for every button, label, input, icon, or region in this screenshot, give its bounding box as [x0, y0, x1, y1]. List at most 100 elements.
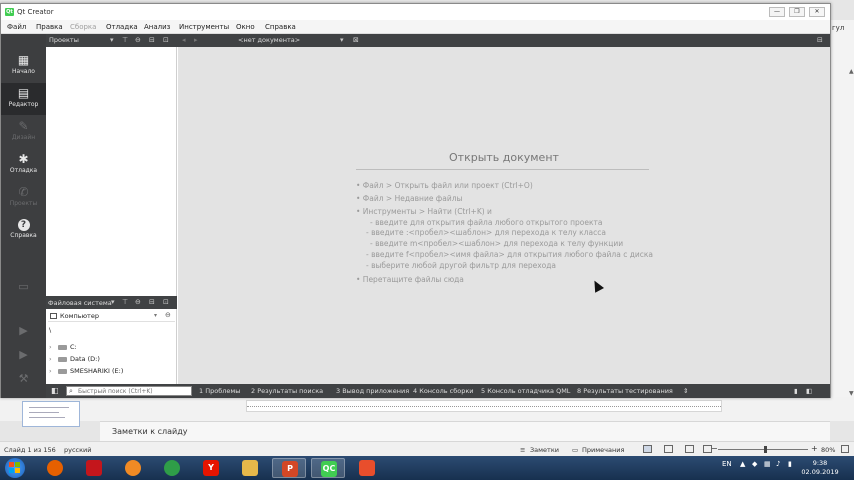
chevron-down-icon[interactable]: ▾ [110, 36, 114, 44]
split-editor-icon[interactable]: ⊟ [817, 36, 823, 44]
zoom-level[interactable]: 80% [821, 446, 835, 454]
network-icon[interactable]: ▦ [764, 460, 771, 468]
chevron-down-icon[interactable]: ▾ [154, 312, 157, 319]
menu-4[interactable]: Анализ [144, 23, 170, 31]
volume-icon[interactable]: ♪ [776, 460, 780, 468]
slide-notes-pane[interactable]: Заметки к слайду [100, 421, 830, 441]
slide-sorter-icon[interactable] [664, 445, 673, 453]
toggle-sidebar-icon[interactable]: ◧ [51, 386, 59, 395]
scroll-up-icon[interactable]: ▲ [849, 68, 854, 75]
maximize-button[interactable]: ❐ [789, 7, 805, 17]
taskbar-yandex[interactable]: Y [194, 458, 228, 478]
menu-1[interactable]: Правка [36, 23, 63, 31]
build-icon[interactable]: ⚒ [1, 372, 46, 385]
normal-view-icon[interactable] [643, 445, 652, 453]
sync-icon[interactable]: ⊖ [165, 311, 171, 319]
fit-slide-icon[interactable] [841, 445, 849, 453]
taskbar-powerpoint[interactable]: P [272, 458, 306, 478]
notes-icon[interactable]: ≡ [520, 446, 525, 454]
progress-icon[interactable]: ▮ [794, 387, 798, 395]
taskbar-chrome[interactable] [155, 458, 189, 478]
split-icon[interactable]: ⊟ [149, 298, 155, 306]
scroll-down-icon[interactable]: ▼ [849, 390, 854, 397]
mode-3[interactable]: ✱ Отладка [1, 149, 46, 181]
projects-pane[interactable] [46, 47, 177, 296]
menu-0[interactable]: Файл [7, 23, 26, 31]
output-tab-5[interactable]: 8 Результаты тестирования [577, 387, 673, 395]
language-status[interactable]: русский [64, 446, 92, 454]
expand-arrow-icon[interactable]: › [49, 343, 58, 351]
filter-icon[interactable]: ⊤ [122, 298, 128, 306]
locator-box[interactable]: ⌕ [66, 386, 192, 396]
system-clock[interactable]: 9:38 02.09.2019 [800, 459, 840, 477]
taskbar-firefox[interactable] [38, 458, 72, 478]
tray-app-icon[interactable]: ◆ [752, 460, 757, 468]
close-document-icon[interactable]: ⊠ [353, 36, 359, 44]
locator-input[interactable] [78, 387, 190, 395]
drive-item[interactable]: › Data (D:) [49, 355, 100, 363]
expand-arrow-icon[interactable]: › [49, 355, 58, 363]
kit-selector-icon[interactable]: ▭ [1, 280, 46, 293]
forward-icon[interactable]: ▸ [194, 36, 198, 44]
editor-area[interactable]: Открыть документ • Файл > Открыть файл и… [178, 47, 830, 384]
menu-3[interactable]: Отладка [106, 23, 138, 31]
close-pane-icon[interactable]: ⊡ [163, 36, 169, 44]
link-icon[interactable]: ⊖ [135, 298, 141, 306]
tray-expand-icon[interactable]: ▲ [740, 460, 745, 468]
mode-5[interactable]: ? Справка [1, 215, 46, 247]
menu-6[interactable]: Окно [236, 23, 255, 31]
document-dropdown-icon[interactable]: ▾ [340, 36, 344, 44]
filter-icon[interactable]: ⊤ [122, 36, 128, 44]
slide-thumbnail[interactable] [22, 401, 80, 427]
toggle-output-icon[interactable]: ◧ [806, 387, 812, 395]
drive-item[interactable]: › SMESHARIKI (E:) [49, 367, 123, 375]
run-icon[interactable]: ▶ [1, 324, 46, 337]
link-icon[interactable]: ⊖ [135, 36, 141, 44]
chevron-down-icon[interactable]: ▾ [111, 298, 115, 306]
output-tab-4[interactable]: 5 Консоль отладчика QML [481, 387, 570, 395]
slide-canvas[interactable] [246, 400, 722, 412]
minimize-button[interactable]: — [769, 7, 785, 17]
zoom-out-icon[interactable]: − [711, 444, 718, 453]
drive-item[interactable]: › C: [49, 343, 77, 351]
mode-0[interactable]: ▦ Начало [1, 50, 46, 82]
notes-toggle-button[interactable]: Заметки [530, 446, 559, 454]
close-button[interactable]: ✕ [809, 7, 825, 17]
filesystem-path[interactable]: \ [49, 326, 51, 334]
zoom-in-icon[interactable]: + [811, 444, 818, 453]
comments-toggle-button[interactable]: Примечания [582, 446, 624, 454]
document-selector[interactable]: <нет документа> [238, 36, 300, 44]
start-button[interactable] [5, 458, 25, 478]
battery-icon[interactable]: ▮ [788, 460, 792, 468]
output-tab-3[interactable]: 4 Консоль сборки [413, 387, 473, 395]
taskbar-media-player[interactable] [116, 458, 150, 478]
split-icon[interactable]: ⊟ [149, 36, 155, 44]
filesystem-root-combo[interactable]: Компьютер ▾ ⊖ [48, 311, 175, 322]
zoom-slider[interactable] [718, 449, 808, 450]
debug-run-icon[interactable]: ▶ [1, 348, 46, 361]
comments-icon[interactable]: ▭ [572, 446, 578, 454]
back-icon[interactable]: ◂ [182, 36, 186, 44]
taskbar-explorer[interactable] [233, 458, 267, 478]
filesystem-view-selector[interactable]: Файловая система [48, 299, 112, 307]
output-tab-0[interactable]: 1 Проблемы [199, 387, 240, 395]
input-language[interactable]: EN [722, 460, 732, 468]
taskbar-acrobat[interactable] [77, 458, 111, 478]
mode-4[interactable]: ✆ Проекты [1, 182, 46, 214]
output-tab-1[interactable]: 2 Результаты поиска [251, 387, 323, 395]
expand-arrow-icon[interactable]: › [49, 367, 58, 375]
menu-5[interactable]: Инструменты [179, 23, 229, 31]
close-pane-icon[interactable]: ⊡ [163, 298, 169, 306]
menu-7[interactable]: Справка [265, 23, 296, 31]
zoom-slider-thumb[interactable] [764, 446, 767, 453]
title-bar[interactable]: Qt Qt Creator — ❐ ✕ [1, 4, 830, 20]
mode-1[interactable]: ▤ Редактор [1, 83, 46, 115]
output-tab-2[interactable]: 3 Вывод приложения [336, 387, 409, 395]
more-tabs-icon[interactable]: ⇕ [683, 387, 688, 395]
reading-view-icon[interactable] [685, 445, 694, 453]
projects-view-selector[interactable]: Проекты [49, 36, 79, 44]
taskbar-screen-recorder[interactable] [350, 458, 384, 478]
taskbar-qt-creator[interactable]: QC [311, 458, 345, 478]
mode-2[interactable]: ✎ Дизайн [1, 116, 46, 148]
menu-2[interactable]: Сборка [70, 23, 96, 31]
